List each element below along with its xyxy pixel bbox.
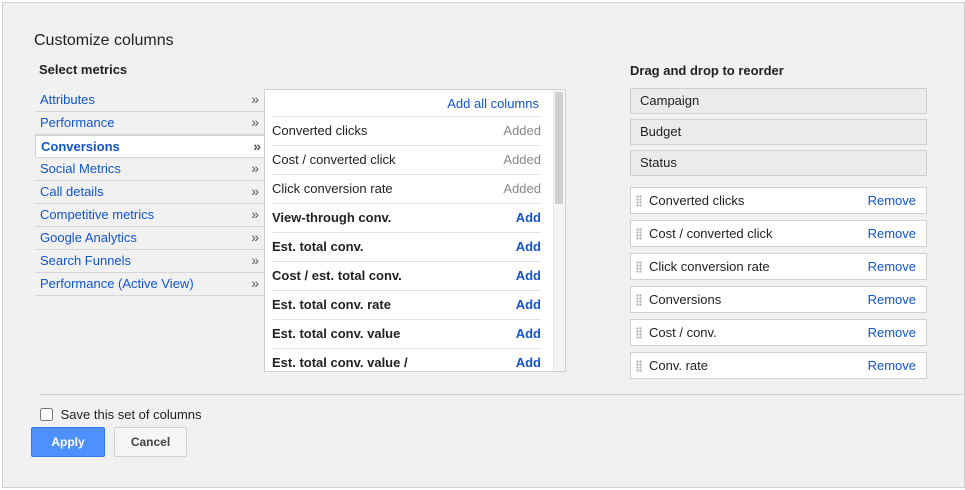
- metric-row: Cost / est. total conv. Add: [272, 261, 541, 290]
- apply-button[interactable]: Apply: [31, 427, 105, 457]
- selected-column-item[interactable]: Click conversion rate Remove: [630, 253, 927, 280]
- selected-column-label: Cost / converted click: [649, 226, 773, 241]
- selected-column-label: Conv. rate: [649, 358, 709, 373]
- add-metric-link[interactable]: Add: [516, 233, 541, 261]
- metric-name: Converted clicks: [272, 123, 368, 138]
- metrics-panel: Add all columns Converted clicks Added Cos…: [264, 89, 566, 372]
- selected-column-item[interactable]: Cost / conv. Remove: [630, 319, 927, 346]
- selected-column-item[interactable]: Converted clicks Remove: [630, 187, 927, 214]
- category-item[interactable]: Performance (Active View) »: [35, 273, 265, 296]
- double-chevron-right-icon: »: [251, 206, 259, 222]
- fixed-column-item: Status: [630, 150, 927, 176]
- save-columns-row: Save this set of columns: [40, 407, 202, 422]
- metrics-scrollbar-thumb[interactable]: [555, 92, 563, 204]
- add-metric-link[interactable]: Add: [516, 262, 541, 290]
- reorder-heading: Drag and drop to reorder: [630, 63, 784, 78]
- drag-handle-icon[interactable]: [636, 327, 642, 339]
- add-metric-link[interactable]: Add: [516, 291, 541, 319]
- drag-handle-icon[interactable]: [636, 195, 642, 207]
- metric-row: Est. total conv. value Add: [272, 319, 541, 348]
- category-label: Attributes: [40, 92, 95, 107]
- add-all-columns-link[interactable]: Add all columns: [447, 96, 539, 111]
- fixed-column-item: Campaign: [630, 88, 927, 114]
- metric-row: Cost / converted click Added: [272, 145, 541, 174]
- category-item[interactable]: Search Funnels »: [35, 250, 265, 273]
- added-status: Added: [503, 123, 541, 138]
- metric-name: Est. total conv.: [272, 239, 364, 254]
- add-metric-link[interactable]: Add: [516, 320, 541, 348]
- selected-column-item[interactable]: Cost / converted click Remove: [630, 220, 927, 247]
- category-label: Performance (Active View): [40, 276, 194, 291]
- selected-column-item[interactable]: Conversions Remove: [630, 286, 927, 313]
- category-label: Call details: [40, 184, 104, 199]
- metric-name: Click conversion rate: [272, 181, 393, 196]
- category-label: Competitive metrics: [40, 207, 155, 222]
- category-label: Search Funnels: [40, 253, 132, 268]
- double-chevron-right-icon: »: [251, 160, 259, 176]
- metric-row: Converted clicks Added: [272, 116, 541, 145]
- remove-column-link[interactable]: Remove: [868, 287, 916, 312]
- category-item[interactable]: Conversions »: [35, 135, 267, 158]
- save-columns-label: Save this set of columns: [60, 407, 202, 422]
- category-label: Performance: [40, 115, 115, 130]
- added-status: Added: [503, 152, 541, 167]
- metrics-scrollbar[interactable]: [553, 90, 565, 371]
- metric-row: View-through conv. Add: [272, 203, 541, 232]
- added-status: Added: [503, 181, 541, 196]
- category-label: Google Analytics: [40, 230, 137, 245]
- drag-handle-icon[interactable]: [636, 360, 642, 372]
- category-item[interactable]: Call details »: [35, 181, 265, 204]
- metric-row: Est. total conv. Add: [272, 232, 541, 261]
- metric-list: Converted clicks Added Cost / converted cl…: [265, 116, 541, 371]
- selected-column-label: Conversions: [649, 292, 722, 307]
- metric-row: Est. total conv. value / Add: [272, 348, 541, 371]
- footer-divider: [39, 394, 963, 395]
- remove-column-link[interactable]: Remove: [868, 320, 916, 345]
- remove-column-link[interactable]: Remove: [868, 188, 916, 213]
- category-item[interactable]: Competitive metrics »: [35, 204, 265, 227]
- double-chevron-right-icon: »: [251, 229, 259, 245]
- remove-column-link[interactable]: Remove: [868, 254, 916, 279]
- double-chevron-right-icon: »: [251, 183, 259, 199]
- metric-row: Click conversion rate Added: [272, 174, 541, 203]
- selected-column-label: Converted clicks: [649, 193, 745, 208]
- category-label: Social Metrics: [40, 161, 121, 176]
- metric-name: Est. total conv. value /: [272, 355, 408, 370]
- selected-column-item[interactable]: Conv. rate Remove: [630, 352, 927, 379]
- metric-name: View-through conv.: [272, 210, 392, 225]
- category-item[interactable]: Social Metrics »: [35, 158, 265, 181]
- select-metrics-heading: Select metrics: [39, 62, 128, 77]
- cancel-button[interactable]: Cancel: [114, 427, 187, 457]
- metric-row: Est. total conv. rate Add: [272, 290, 541, 319]
- double-chevron-right-icon: »: [253, 138, 261, 154]
- metric-name: Est. total conv. rate: [272, 297, 391, 312]
- add-metric-link[interactable]: Add: [516, 349, 541, 371]
- metric-category-list: Attributes» Performance» Conversions» Socia…: [35, 89, 267, 296]
- remove-column-link[interactable]: Remove: [868, 353, 916, 378]
- category-item[interactable]: Performance »: [35, 112, 265, 135]
- category-label: Conversions: [41, 139, 120, 154]
- dialog-title: Customize columns: [34, 32, 174, 49]
- category-item[interactable]: Google Analytics »: [35, 227, 265, 250]
- fixed-column-item: Budget: [630, 119, 927, 145]
- metric-name: Cost / est. total conv.: [272, 268, 402, 283]
- double-chevron-right-icon: »: [251, 252, 259, 268]
- remove-column-link[interactable]: Remove: [868, 221, 916, 246]
- metric-name: Est. total conv. value: [272, 326, 401, 341]
- double-chevron-right-icon: »: [251, 91, 259, 107]
- drag-handle-icon[interactable]: [636, 294, 642, 306]
- add-metric-link[interactable]: Add: [516, 204, 541, 232]
- double-chevron-right-icon: »: [251, 275, 259, 291]
- metric-name: Cost / converted click: [272, 152, 396, 167]
- drag-handle-icon[interactable]: [636, 261, 642, 273]
- selected-column-label: Click conversion rate: [649, 259, 770, 274]
- double-chevron-right-icon: »: [251, 114, 259, 130]
- category-item[interactable]: Attributes »: [35, 89, 265, 112]
- save-columns-checkbox[interactable]: [40, 408, 53, 421]
- drag-handle-icon[interactable]: [636, 228, 642, 240]
- selected-column-label: Cost / conv.: [649, 325, 717, 340]
